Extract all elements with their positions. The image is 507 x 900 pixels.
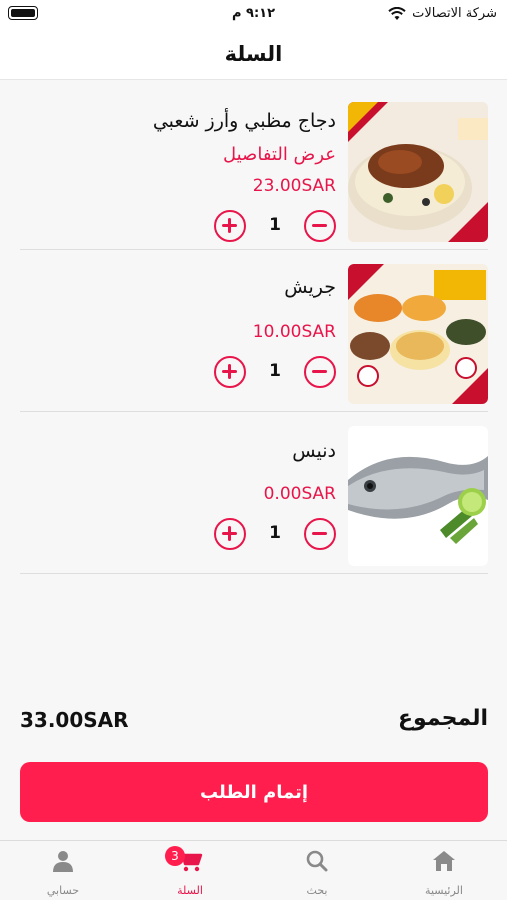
increase-quantity-button[interactable]: [214, 210, 246, 242]
increase-quantity-button[interactable]: [214, 518, 246, 550]
cart-item: جريش 10.00SAR 1: [20, 250, 488, 412]
increase-quantity-button[interactable]: [214, 356, 246, 388]
wifi-icon: [388, 6, 406, 20]
home-icon: [433, 851, 455, 871]
cart-list: دجاج مظبي وأرز شعبي عرض التفاصيل 23.00SA…: [20, 88, 488, 574]
item-image-chicken-rice[interactable]: [348, 102, 488, 242]
user-icon: [53, 851, 73, 872]
item-price: 10.00SAR: [252, 322, 336, 342]
quantity-value: 1: [269, 215, 281, 235]
tab-label: السلة: [177, 884, 203, 897]
tab-search[interactable]: بحث: [254, 841, 380, 900]
item-image-fish[interactable]: [348, 426, 488, 566]
total-row: المجموع 33.00SAR: [20, 706, 488, 736]
decrease-quantity-button[interactable]: [304, 210, 336, 242]
checkout-button[interactable]: إتمام الطلب: [20, 762, 488, 822]
decrease-quantity-button[interactable]: [304, 356, 336, 388]
status-bar: ٩:١٢ م شركة الاتصالات: [0, 0, 507, 28]
tab-label: حسابي: [46, 884, 80, 897]
item-price: 23.00SAR: [252, 176, 336, 196]
item-price: 0.00SAR: [263, 484, 336, 504]
search-icon: [306, 850, 328, 872]
item-name: جريش: [284, 276, 336, 298]
status-carrier: شركة الاتصالات: [388, 6, 497, 21]
cart-item: دجاج مظبي وأرز شعبي عرض التفاصيل 23.00SA…: [20, 88, 488, 250]
quantity-stepper: 1: [214, 518, 336, 552]
tab-home[interactable]: الرئيسية: [381, 841, 507, 900]
carrier-name: شركة الاتصالات: [412, 6, 497, 21]
quantity-stepper: 1: [214, 210, 336, 244]
page-title: السلة: [224, 41, 283, 66]
tab-account[interactable]: حسابي: [0, 841, 126, 900]
quantity-stepper: 1: [214, 356, 336, 390]
tab-bar: الرئيسية بحث 3 السلة حسابي: [0, 840, 507, 900]
item-name: دنيس: [292, 440, 336, 462]
tab-label: بحث: [306, 884, 328, 897]
tab-cart[interactable]: 3 السلة: [127, 841, 253, 900]
item-image-jareesh[interactable]: [348, 264, 488, 404]
total-label: المجموع: [398, 706, 488, 731]
total-value: 33.00SAR: [20, 708, 129, 732]
item-details-link[interactable]: عرض التفاصيل: [223, 144, 336, 165]
decrease-quantity-button[interactable]: [304, 518, 336, 550]
cart-count-badge: 3: [165, 846, 185, 866]
quantity-value: 1: [269, 523, 281, 543]
tab-label: الرئيسية: [425, 884, 463, 897]
nav-bar: السلة: [0, 28, 507, 80]
cart-item: دنيس 0.00SAR 1: [20, 412, 488, 574]
item-name: دجاج مظبي وأرز شعبي: [152, 110, 336, 132]
quantity-value: 1: [269, 361, 281, 381]
